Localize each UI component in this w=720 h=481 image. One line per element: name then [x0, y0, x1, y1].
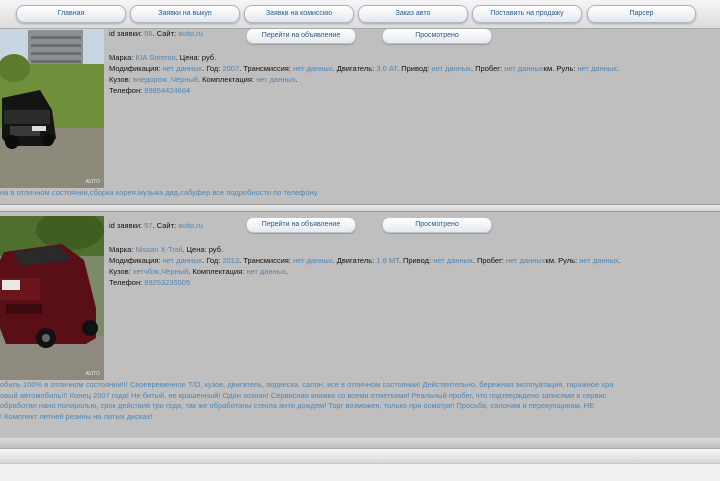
- listing-details: Марка: Nissan X-Trail. Цена: руб. Модифи…: [109, 245, 621, 287]
- phone-value: 89854424664: [144, 86, 191, 95]
- nav-home-button[interactable]: Главная: [16, 5, 126, 23]
- phone-value: 89253235505: [144, 278, 191, 287]
- listing-card: AVITO id заявки: 56. Сайт: avito.ru Пере…: [0, 28, 720, 204]
- listing-header: id заявки: 57. Сайт: avito.ru: [109, 221, 203, 230]
- request-id: 56: [144, 29, 153, 38]
- photo-watermark: AVITO: [85, 371, 100, 377]
- listing-details: Марка: KIA Sorento. Цена: руб. Модификац…: [109, 53, 620, 95]
- footer-bar: [0, 448, 720, 463]
- go-to-ad-button[interactable]: Перейти на объявление: [246, 217, 356, 233]
- site-link[interactable]: avito.ru: [178, 29, 203, 38]
- listing-header: id заявки: 56. Сайт: avito.ru: [109, 29, 203, 38]
- site-link[interactable]: avito.ru: [178, 221, 203, 230]
- request-id: 57: [144, 221, 153, 230]
- listing-description: на в отличном состоянии,сборка корея.муз…: [0, 188, 319, 197]
- nav-buyout-button[interactable]: Заявки на выкуп: [130, 5, 240, 23]
- viewed-button[interactable]: Просмотрено: [382, 28, 492, 44]
- go-to-ad-button[interactable]: Перейти на объявление: [246, 28, 356, 44]
- nav-order-car-button[interactable]: Заказ авто: [358, 5, 468, 23]
- nav-parser-button[interactable]: Парсер: [587, 5, 696, 23]
- listing-description: обиль 100% в отличном состоянии!!! Своев…: [0, 380, 614, 421]
- footer-bar: [0, 438, 720, 448]
- photo-watermark: AVITO: [85, 179, 100, 185]
- car-photo-image: [0, 216, 104, 380]
- footer-area: [0, 438, 720, 481]
- top-navigation: Главная Заявки на выкуп Заявки на комисс…: [0, 0, 720, 29]
- nav-sell-button[interactable]: Поставить на продажу: [472, 5, 582, 23]
- car-photo[interactable]: AVITO: [0, 216, 104, 380]
- car-photo-image: [0, 28, 104, 188]
- nav-commission-button[interactable]: Заявки на комиссию: [244, 5, 354, 23]
- viewed-button[interactable]: Просмотрено: [382, 217, 492, 233]
- brand-value: Nissan X-Trail: [135, 245, 183, 254]
- listing-card: AVITO id заявки: 57. Сайт: avito.ru Пере…: [0, 212, 720, 438]
- footer-bar: [0, 463, 720, 481]
- listing-separator: [0, 204, 720, 212]
- brand-value: KIA Sorento: [135, 53, 176, 62]
- car-photo[interactable]: AVITO: [0, 28, 104, 188]
